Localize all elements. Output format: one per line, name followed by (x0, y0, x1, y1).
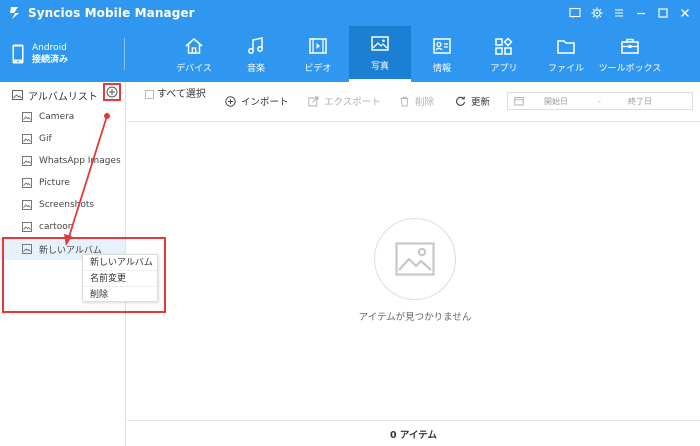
album-list-header: アルバムリスト (12, 86, 98, 104)
album-icon (22, 156, 32, 166)
apps-icon (495, 36, 513, 55)
album-item-gif[interactable]: Gif (0, 128, 125, 150)
album-icon (22, 134, 32, 144)
end-date-field[interactable]: 終了日 (628, 96, 652, 107)
tab-label: アプリ (490, 63, 518, 74)
photo-toolbar: すべて選択 インポート エクスポート 削除 更新 開始日 - 終了日 (127, 82, 700, 122)
album-item-label: Screenshots (39, 200, 95, 210)
import-button[interactable]: インポート (225, 94, 289, 108)
tab-info[interactable]: 情報 (411, 26, 473, 82)
minimize-icon[interactable] (632, 4, 650, 22)
album-item-cartoon[interactable]: cartoon (0, 216, 125, 238)
album-context-menu: 新しいアルバム 名前変更 削除 (82, 254, 158, 302)
tab-label: ツールボックス (598, 63, 662, 74)
device-name: Android (32, 43, 67, 53)
album-item-label: WhatsApp Images (39, 156, 121, 166)
refresh-label: 更新 (471, 97, 491, 108)
plus-circle-icon (225, 95, 236, 107)
empty-state-image (374, 218, 456, 300)
folder-icon (557, 39, 575, 54)
tab-label: 音楽 (246, 63, 265, 74)
tab-music[interactable]: 音楽 (225, 26, 287, 82)
context-menu-delete[interactable]: 削除 (83, 287, 157, 303)
title-bar: Syncios Mobile Manager (0, 0, 700, 26)
nav-bar: Android 接続済み デバイス 音楽 ビデオ 写真 情報 アプリ ファイル … (0, 26, 700, 82)
select-all-label: すべて選択 (157, 89, 206, 100)
album-icon (22, 112, 32, 122)
gear-icon[interactable] (588, 4, 606, 22)
start-date-field[interactable]: 開始日 (544, 96, 568, 107)
album-item-label: Camera (39, 112, 75, 122)
device-status: 接続済み (32, 55, 69, 65)
context-menu-rename[interactable]: 名前変更 (83, 271, 157, 287)
export-button[interactable]: エクスポート (308, 94, 381, 108)
video-icon (309, 37, 327, 54)
device-text: Android 接続済み (32, 42, 68, 66)
tab-label: 情報 (432, 63, 451, 74)
album-icon (22, 178, 32, 188)
tab-video[interactable]: ビデオ (287, 26, 349, 82)
delete-label: 削除 (415, 97, 435, 108)
album-item-label: Gif (39, 134, 52, 144)
album-list-title: アルバムリスト (28, 91, 98, 103)
refresh-icon (456, 96, 466, 106)
context-menu-new-album[interactable]: 新しいアルバム (83, 255, 157, 271)
item-count-footer: 0 アイテム (127, 420, 700, 446)
close-icon[interactable] (676, 4, 694, 22)
contact-card-icon (433, 37, 451, 54)
music-icon (248, 36, 263, 54)
album-item-camera[interactable]: Camera (0, 106, 125, 128)
image-placeholder-icon (395, 242, 435, 276)
syncios-logo-icon (10, 7, 19, 19)
window-controls (566, 0, 694, 26)
tab-files[interactable]: ファイル (535, 26, 597, 82)
album-item-whatsapp-images[interactable]: WhatsApp Images (0, 150, 125, 172)
tab-device[interactable]: デバイス (163, 26, 225, 82)
delete-button[interactable]: 削除 (399, 94, 434, 108)
tab-label: 写真 (370, 62, 389, 72)
calendar-icon (514, 97, 524, 106)
import-label: インポート (241, 97, 289, 108)
home-icon (185, 37, 203, 54)
phone-icon (12, 44, 24, 64)
export-label: エクスポート (324, 97, 381, 108)
tab-toolbox[interactable]: ツールボックス (597, 26, 663, 82)
album-item-label: Picture (39, 178, 70, 188)
add-album-button[interactable] (103, 83, 121, 101)
photo-album-icon (12, 90, 23, 100)
device-info[interactable]: Android 接続済み (0, 26, 124, 82)
photo-icon (371, 36, 389, 51)
plus-circle-icon (106, 86, 118, 98)
tab-apps[interactable]: アプリ (473, 26, 535, 82)
tab-label: デバイス (176, 63, 212, 74)
album-item-screenshots[interactable]: Screenshots (0, 194, 125, 216)
album-icon (22, 200, 32, 210)
date-range-filter[interactable]: 開始日 - 終了日 (507, 92, 693, 110)
album-item-picture[interactable]: Picture (0, 172, 125, 194)
export-icon (308, 96, 319, 106)
date-separator: - (598, 96, 601, 106)
refresh-button[interactable]: 更新 (455, 94, 490, 108)
app-title: Syncios Mobile Manager (28, 6, 195, 20)
tab-label: ビデオ (304, 63, 332, 74)
menu-icon[interactable] (610, 4, 628, 22)
album-icon (22, 222, 32, 232)
maximize-icon[interactable] (654, 4, 672, 22)
nav-divider (124, 38, 125, 70)
message-icon[interactable] (566, 4, 584, 22)
tab-photo[interactable]: 写真 (349, 26, 411, 82)
trash-icon (400, 96, 409, 106)
tab-label: ファイル (547, 63, 584, 74)
empty-state-message: アイテムが見つかりません (358, 312, 472, 323)
album-item-label: cartoon (39, 222, 74, 232)
toolbox-icon (621, 38, 639, 54)
